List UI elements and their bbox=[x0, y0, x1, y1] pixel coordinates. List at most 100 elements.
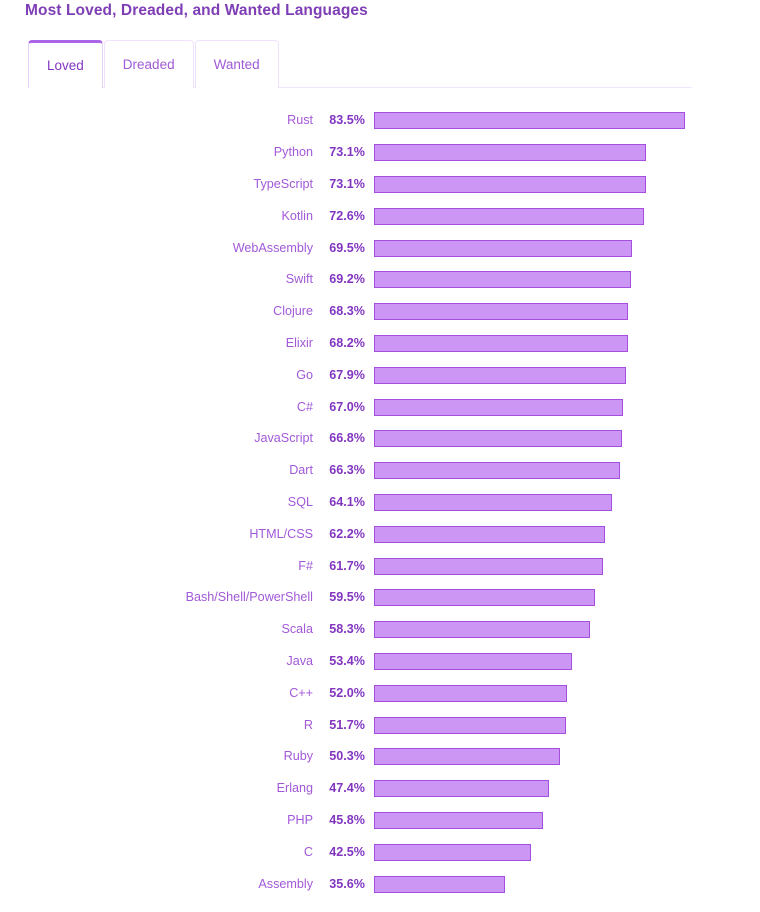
tab-list: Loved Dreaded Wanted bbox=[28, 40, 280, 89]
bar-label: JavaScript bbox=[254, 431, 313, 446]
bar-fill[interactable] bbox=[374, 398, 624, 416]
bar-row: JavaScript 66.8% bbox=[0, 423, 760, 455]
tab-loved[interactable]: Loved bbox=[28, 40, 103, 89]
bar-label: Kotlin bbox=[281, 208, 313, 223]
bar-chart: Rust 83.5% Python 73.1% TypeScript 73.1% Kotli… bbox=[0, 105, 760, 900]
bar-fill[interactable] bbox=[374, 716, 566, 734]
bar-value: 69.5% bbox=[329, 240, 365, 255]
bar-row: Ruby 50.3% bbox=[0, 741, 760, 773]
bar-fill[interactable] bbox=[374, 462, 621, 480]
bar-row: Go 67.9% bbox=[0, 359, 760, 391]
tab-wanted[interactable]: Wanted bbox=[194, 40, 279, 88]
bar-row: Elixir 68.2% bbox=[0, 328, 760, 360]
bar-value: 83.5% bbox=[329, 113, 365, 128]
bar-fill[interactable] bbox=[374, 303, 628, 321]
bar-value: 64.1% bbox=[329, 494, 365, 509]
bar-label: SQL bbox=[287, 494, 313, 509]
bar-track bbox=[374, 748, 760, 766]
bar-value: 67.0% bbox=[329, 399, 365, 414]
bar-row: Kotlin 72.6% bbox=[0, 200, 760, 232]
bar-label: Scala bbox=[281, 622, 313, 637]
bar-row: PHP 45.8% bbox=[0, 805, 760, 837]
bar-track bbox=[374, 652, 760, 670]
bar-fill[interactable] bbox=[374, 875, 506, 893]
languages-chart-page: Most Loved, Dreaded, and Wanted Language… bbox=[0, 0, 760, 912]
bar-fill[interactable] bbox=[374, 748, 561, 766]
bar-fill[interactable] bbox=[374, 811, 544, 829]
bar-value: 73.1% bbox=[329, 145, 365, 160]
bar-label: PHP bbox=[287, 812, 313, 827]
bar-value: 58.3% bbox=[329, 622, 365, 637]
tab-dreaded[interactable]: Dreaded bbox=[103, 40, 194, 88]
bar-fill[interactable] bbox=[374, 621, 591, 639]
bar-label: Java bbox=[286, 653, 313, 668]
bar-fill[interactable] bbox=[374, 430, 623, 448]
bar-row: Rust 83.5% bbox=[0, 105, 760, 137]
bar-value: 69.2% bbox=[329, 272, 365, 287]
bar-track bbox=[374, 366, 760, 384]
bar-track bbox=[374, 780, 760, 798]
bar-value: 66.3% bbox=[329, 463, 365, 478]
bar-label: Bash/Shell/PowerShell bbox=[185, 590, 313, 605]
bar-value: 51.7% bbox=[329, 717, 365, 732]
bar-value: 73.1% bbox=[329, 176, 365, 191]
bar-row: Erlang 47.4% bbox=[0, 773, 760, 805]
bar-row: Dart 66.3% bbox=[0, 455, 760, 487]
bar-track bbox=[374, 811, 760, 829]
bar-fill[interactable] bbox=[374, 207, 645, 225]
bar-row: F# 61.7% bbox=[0, 550, 760, 582]
bar-value: 47.4% bbox=[329, 781, 365, 796]
bar-label: Python bbox=[273, 145, 313, 160]
bar-value: 68.2% bbox=[329, 335, 365, 350]
bar-track bbox=[374, 398, 760, 416]
bar-value: 45.8% bbox=[329, 812, 365, 827]
bar-fill[interactable] bbox=[374, 493, 613, 511]
bar-fill[interactable] bbox=[374, 366, 627, 384]
bar-track bbox=[374, 557, 760, 575]
bar-label: C bbox=[303, 844, 313, 859]
bar-label: C++ bbox=[289, 685, 313, 700]
bar-fill[interactable] bbox=[374, 334, 628, 352]
bar-fill[interactable] bbox=[374, 112, 685, 130]
bar-fill[interactable] bbox=[374, 652, 572, 670]
bar-value: 66.8% bbox=[329, 431, 365, 446]
bar-label: Elixir bbox=[285, 335, 313, 350]
bar-value: 53.4% bbox=[329, 653, 365, 668]
bar-track bbox=[374, 684, 760, 702]
bar-track bbox=[374, 207, 760, 225]
bar-label: Assembly bbox=[258, 876, 313, 891]
bar-fill[interactable] bbox=[374, 684, 567, 702]
bar-fill[interactable] bbox=[374, 589, 595, 607]
bar-track bbox=[374, 175, 760, 193]
bar-fill[interactable] bbox=[374, 557, 604, 575]
bar-track bbox=[374, 430, 760, 448]
bar-fill[interactable] bbox=[374, 144, 646, 162]
bar-track bbox=[374, 462, 760, 480]
bar-label: TypeScript bbox=[253, 176, 314, 191]
bar-label: Clojure bbox=[273, 304, 313, 319]
bar-fill[interactable] bbox=[374, 239, 633, 257]
bar-row: Python 73.1% bbox=[0, 137, 760, 169]
bar-value: 42.5% bbox=[329, 844, 365, 859]
bar-fill[interactable] bbox=[374, 175, 646, 193]
bar-fill[interactable] bbox=[374, 271, 632, 289]
bar-row: C# 67.0% bbox=[0, 391, 760, 423]
bar-value: 72.6% bbox=[329, 208, 365, 223]
bar-fill[interactable] bbox=[374, 780, 550, 798]
bar-value: 68.3% bbox=[329, 304, 365, 319]
bar-fill[interactable] bbox=[374, 525, 605, 543]
bar-row: SQL 64.1% bbox=[0, 487, 760, 519]
bar-track bbox=[374, 239, 760, 257]
bar-row: C++ 52.0% bbox=[0, 677, 760, 709]
bar-row: Java 53.4% bbox=[0, 646, 760, 678]
bar-label: Ruby bbox=[283, 749, 313, 764]
bar-track bbox=[374, 112, 760, 130]
bar-fill[interactable] bbox=[374, 843, 531, 861]
bar-label: HTML/CSS bbox=[249, 526, 313, 541]
bar-row: R 51.7% bbox=[0, 709, 760, 741]
bar-row: HTML/CSS 62.2% bbox=[0, 518, 760, 550]
bar-track bbox=[374, 716, 760, 734]
bar-track bbox=[374, 525, 760, 543]
bar-label: Erlang bbox=[276, 781, 313, 796]
bar-label: Dart bbox=[289, 463, 313, 478]
